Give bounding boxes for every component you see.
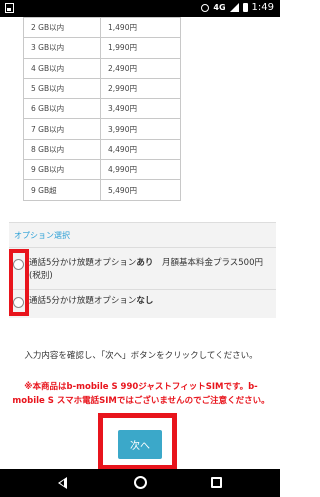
price-cell: 3,490円 bbox=[100, 98, 181, 120]
instruction-text: 入力内容を確認し、「次へ」ボタンをクリックしてください。 bbox=[24, 351, 258, 361]
recent-apps-icon[interactable] bbox=[211, 477, 222, 488]
price-cell: 1,990円 bbox=[100, 37, 181, 59]
table-row: 4 GB以内 2,490円 bbox=[23, 57, 181, 79]
option-with-label[interactable]: 通話5分かけ放題オプションあり 月額基本料金プラス500円(税別) bbox=[29, 257, 269, 283]
signal-icon bbox=[229, 3, 239, 12]
option-section-title: オプション選択 bbox=[14, 231, 70, 240]
table-row: 2 GB以内 1,490円 bbox=[23, 16, 181, 39]
navigation-bar bbox=[0, 469, 280, 497]
plan-cell: 5 GB以内 bbox=[23, 77, 101, 100]
price-cell: 2,490円 bbox=[100, 57, 181, 79]
table-row: 8 GB以内 4,490円 bbox=[23, 138, 181, 161]
plan-cell: 9 GB以内 bbox=[23, 159, 101, 181]
home-icon[interactable] bbox=[134, 476, 147, 489]
next-button[interactable]: 次へ bbox=[118, 430, 162, 459]
highlight-box-radios bbox=[9, 249, 29, 316]
plan-cell: 4 GB以内 bbox=[23, 57, 101, 79]
clock: 1:49 bbox=[251, 2, 274, 13]
price-cell: 1,490円 bbox=[100, 16, 181, 39]
price-table: 2 GB以内 1,490円 3 GB以内 1,990円 4 GB以内 2,490円 5… bbox=[23, 16, 181, 201]
price-cell: 4,490円 bbox=[100, 138, 181, 161]
table-row: 6 GB以内 3,490円 bbox=[23, 98, 181, 120]
plan-cell: 3 GB以内 bbox=[23, 37, 101, 59]
alarm-icon bbox=[201, 3, 210, 12]
status-icons: 4G 1:49 bbox=[201, 2, 274, 13]
status-bar: 4G 1:49 bbox=[0, 0, 280, 17]
table-row: 3 GB以内 1,990円 bbox=[23, 37, 181, 59]
table-row: 9 GB以内 4,990円 bbox=[23, 159, 181, 181]
notice-text: ※本商品はb-mobile S 990ジャストフィットSIMです。b-mobil… bbox=[12, 382, 270, 406]
plan-cell: 2 GB以内 bbox=[23, 16, 101, 39]
plan-cell: 6 GB以内 bbox=[23, 98, 101, 120]
price-cell: 5,490円 bbox=[100, 179, 181, 201]
network-type: 4G bbox=[213, 3, 226, 12]
price-cell: 2,990円 bbox=[100, 77, 181, 100]
divider bbox=[9, 247, 276, 248]
table-row: 5 GB以内 2,990円 bbox=[23, 77, 181, 100]
option-without-label[interactable]: 通話5分かけ放題オプションなし bbox=[29, 295, 269, 308]
table-row: 9 GB超 5,490円 bbox=[23, 179, 181, 201]
battery-icon bbox=[242, 3, 248, 12]
image-notification-icon bbox=[5, 3, 14, 13]
price-cell: 4,990円 bbox=[100, 159, 181, 181]
price-cell: 3,990円 bbox=[100, 118, 181, 140]
plan-cell: 8 GB以内 bbox=[23, 138, 101, 161]
divider bbox=[9, 289, 276, 290]
back-icon[interactable] bbox=[58, 477, 67, 489]
plan-cell: 7 GB以内 bbox=[23, 118, 101, 140]
option-section: オプション選択 通話5分かけ放題オプションあり 月額基本料金プラス500円(税別… bbox=[9, 222, 276, 318]
plan-cell: 9 GB超 bbox=[23, 179, 101, 201]
table-row: 7 GB以内 3,990円 bbox=[23, 118, 181, 140]
